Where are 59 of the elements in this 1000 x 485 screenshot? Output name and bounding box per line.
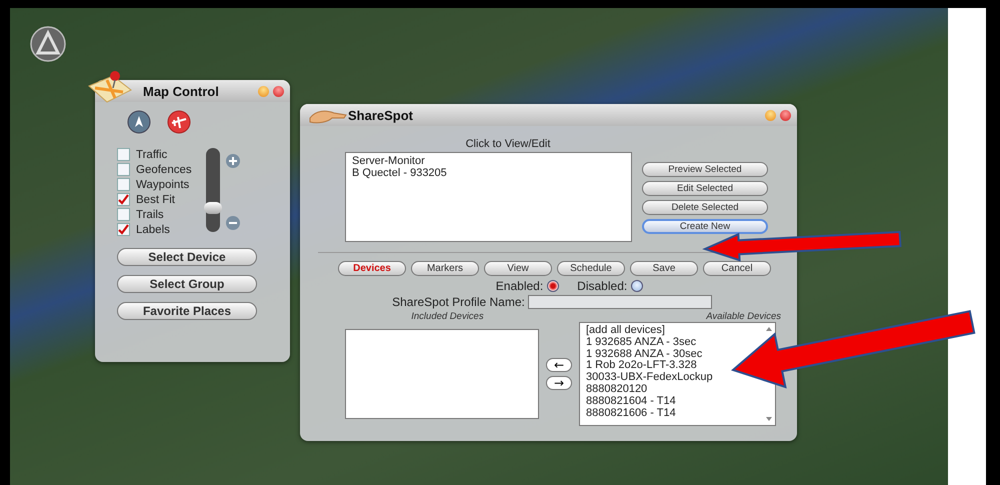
zoom-out-button[interactable] xyxy=(226,216,240,230)
slider-thumb[interactable] xyxy=(204,202,222,214)
action-button[interactable]: Edit Selected xyxy=(642,181,768,196)
tab[interactable]: Cancel xyxy=(703,261,771,276)
map-control-button[interactable]: Select Group xyxy=(117,275,257,293)
list-heading: Available Devices xyxy=(705,311,781,322)
layer-label: Traffic xyxy=(136,148,168,160)
tab[interactable]: View xyxy=(484,261,552,276)
tab[interactable]: Schedule xyxy=(557,261,625,276)
window-title: Map Control xyxy=(143,84,220,98)
profile-name-field[interactable] xyxy=(528,295,712,309)
move-button[interactable]: → xyxy=(546,376,572,390)
device-item[interactable]: 8880820120 xyxy=(586,384,648,396)
layer-checkbox[interactable] xyxy=(117,178,130,191)
close-button[interactable] xyxy=(273,86,284,96)
zoom-slider[interactable] xyxy=(206,148,220,232)
navigation-icon[interactable] xyxy=(30,26,66,62)
minus-icon xyxy=(228,222,237,224)
radio-label: Enabled: xyxy=(496,279,544,293)
device-item[interactable]: 1 932685 ANZA - 3sec xyxy=(586,336,696,349)
action-button[interactable]: Preview Selected xyxy=(642,162,768,177)
layer-checkbox[interactable] xyxy=(117,163,130,176)
airplane-icon[interactable] xyxy=(167,110,191,134)
device-item[interactable]: 30033-UBX-FedexLockup xyxy=(586,372,713,384)
layer-checkbox[interactable] xyxy=(117,193,130,206)
device-item[interactable]: 1 932688 ANZA - 30sec xyxy=(586,348,702,360)
layer-label: Waypoints xyxy=(136,178,190,190)
profile-item[interactable]: B Quectel - 933205 xyxy=(352,167,625,179)
device-item[interactable]: [add all devices] xyxy=(586,325,665,337)
layer-label: Labels xyxy=(136,224,170,236)
close-button[interactable] xyxy=(780,110,791,120)
radio-label: Disabled: xyxy=(577,279,628,293)
move-button[interactable]: ← xyxy=(546,358,572,372)
zoom-in-button[interactable] xyxy=(226,154,240,168)
field-label: ShareSpot Profile Name: xyxy=(392,295,525,309)
tab[interactable]: Devices xyxy=(338,261,406,276)
device-item[interactable]: 1 Rob 2o2o-LFT-3.328 xyxy=(586,360,697,372)
layer-label: Trails xyxy=(136,208,164,220)
action-button[interactable]: Create New xyxy=(642,219,768,234)
device-item[interactable]: 8880821606 - T14 xyxy=(586,408,676,420)
map-control-button[interactable]: Select Device xyxy=(117,248,257,266)
map-control-button[interactable]: Favorite Places xyxy=(117,302,257,320)
layer-checkbox[interactable] xyxy=(117,223,130,236)
list-heading: Click to View/Edit xyxy=(464,138,552,150)
layer-checkbox[interactable] xyxy=(117,208,130,221)
layer-label: Best Fit xyxy=(136,194,175,206)
scroll-down-icon[interactable] xyxy=(766,417,772,421)
tab[interactable]: Markers xyxy=(411,261,479,276)
device-item[interactable]: 8880821604 - T14 xyxy=(586,396,676,408)
tab[interactable]: Save xyxy=(630,261,698,276)
plus-icon xyxy=(228,157,237,165)
layer-checkbox[interactable] xyxy=(117,148,130,161)
radio-button[interactable] xyxy=(631,280,644,292)
radio-button[interactable] xyxy=(547,280,560,292)
layer-label: Geofences xyxy=(136,164,192,176)
window-title: ShareSpot xyxy=(348,108,414,122)
profile-item[interactable]: Server-Monitor xyxy=(352,155,625,167)
action-button[interactable]: Delete Selected xyxy=(642,200,768,215)
list-heading: Included Devices xyxy=(410,311,485,322)
